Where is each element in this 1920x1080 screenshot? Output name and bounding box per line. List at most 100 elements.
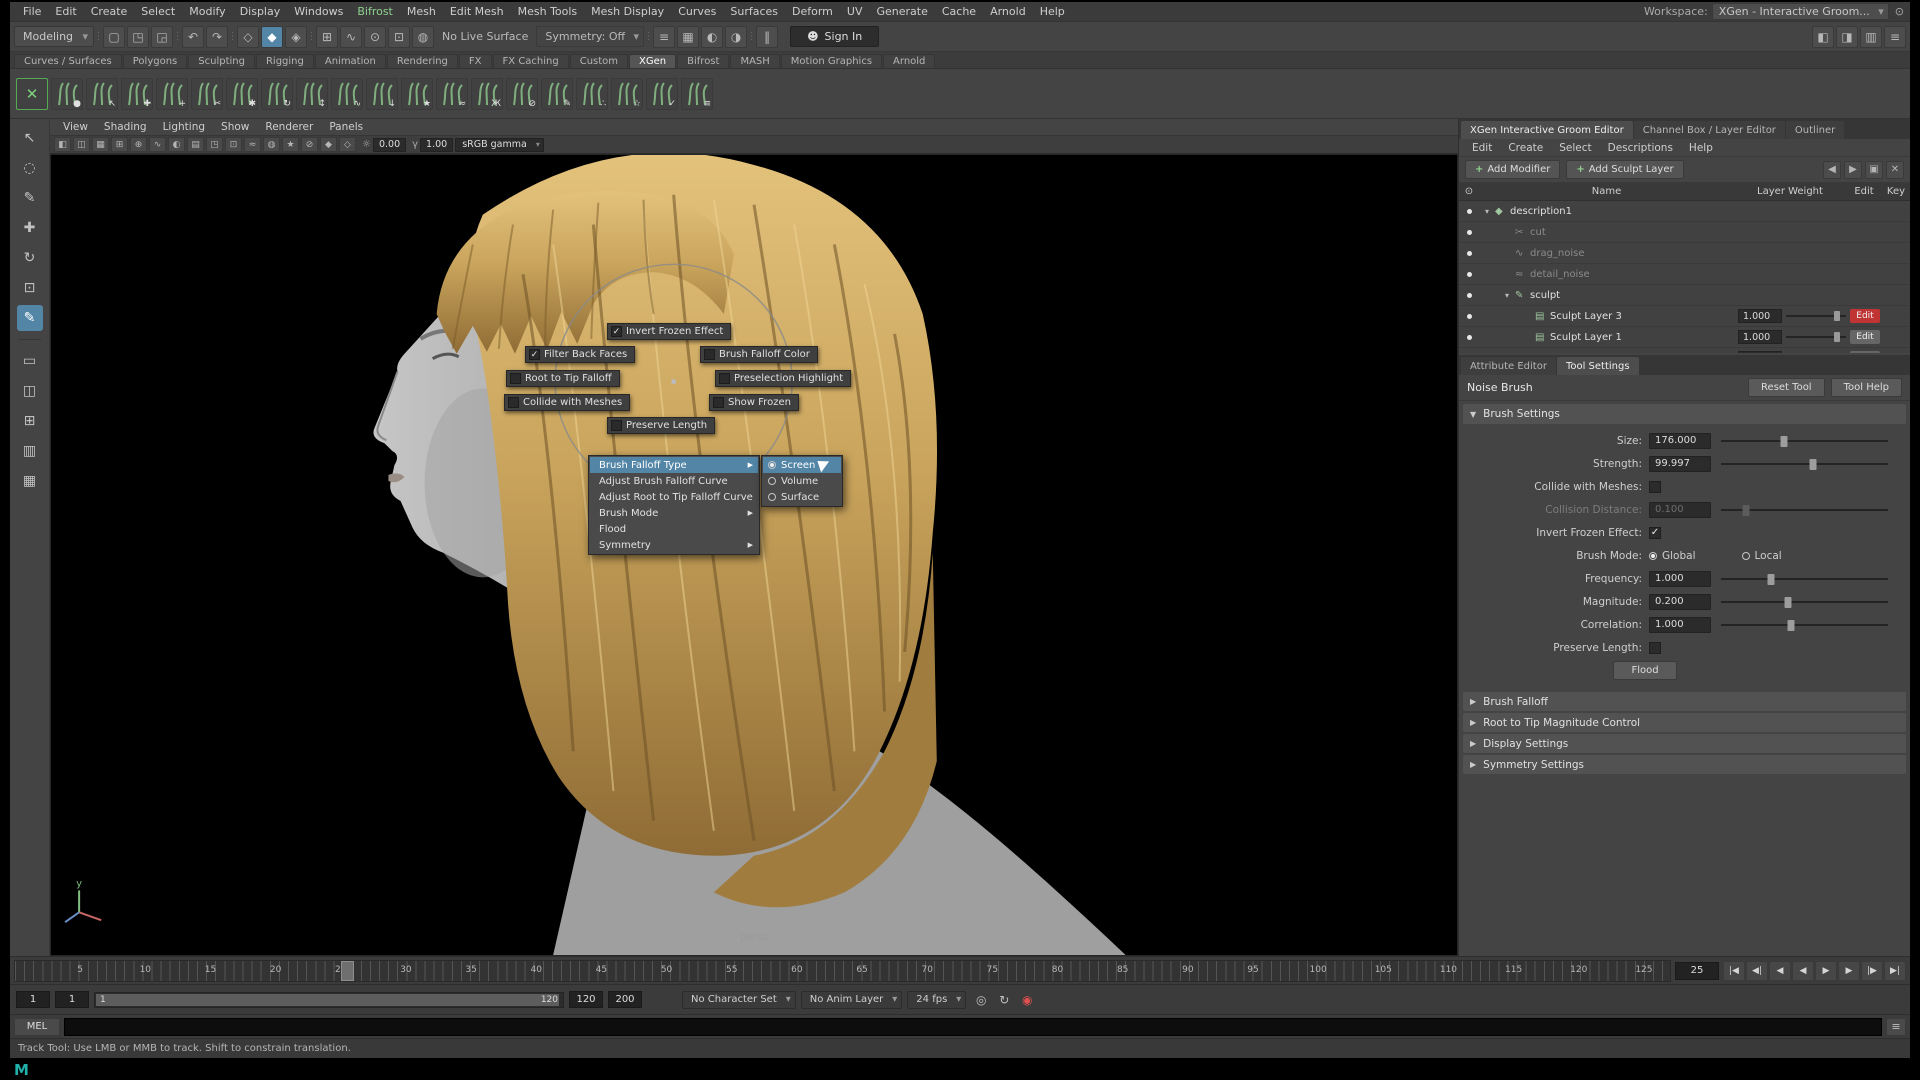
lasso-tool[interactable]: ◌ — [17, 155, 43, 181]
step-forward-key-button[interactable]: |▶ — [1861, 961, 1883, 981]
reset-tool-button[interactable]: Reset Tool — [1748, 378, 1825, 397]
sculpt-layer-icon[interactable]: ✎ — [541, 78, 573, 110]
preview-refresh-icon[interactable]: ● — [51, 78, 83, 110]
shadows-icon[interactable]: ◇ — [339, 137, 356, 152]
menu-item[interactable]: Generate — [869, 3, 934, 20]
shelf-tab[interactable]: FX — [459, 54, 492, 68]
marking-menu-toggle[interactable]: Invert Frozen Effect — [607, 323, 731, 340]
flood-button[interactable]: Flood — [1613, 661, 1677, 680]
current-frame-field[interactable]: 25 — [1675, 962, 1719, 980]
snap-to-point-icon[interactable]: ⊙ — [364, 26, 386, 48]
submenu-item[interactable]: Surface — [763, 489, 841, 505]
checkbox-icon[interactable] — [611, 326, 622, 337]
smooth-brush-icon[interactable]: ≈ — [436, 78, 468, 110]
strength-slider[interactable] — [1721, 463, 1888, 465]
layer-edit-button[interactable]: Edit — [1850, 309, 1880, 323]
select-camera-icon[interactable]: ◧ — [54, 137, 71, 152]
current-time-marker[interactable] — [341, 961, 354, 981]
groom-layer-row[interactable]: ▾ ≈ detail_noise — [1459, 264, 1910, 285]
menu-item[interactable]: Deform — [785, 3, 840, 20]
menu-item[interactable]: UV — [840, 3, 870, 20]
context-menu-item[interactable]: Adjust Brush Falloff Curve ▶ — [590, 473, 758, 489]
menu-item[interactable]: Curves — [671, 3, 723, 20]
checkbox-icon[interactable] — [529, 349, 540, 360]
groom-layer-row[interactable]: ▾ ▤ Sculpt Layer 1 1.000 Edit — [1459, 327, 1910, 348]
toggle-channel-box-icon[interactable]: ▥ — [1860, 26, 1882, 48]
groom-layer-row[interactable]: ▾ ✂ cut — [1459, 222, 1910, 243]
menu-item[interactable]: Surfaces — [723, 3, 785, 20]
clump-brush-icon[interactable]: Ж — [471, 78, 503, 110]
xgen-ui-icon[interactable]: ✕ — [16, 78, 48, 110]
marking-menu-toggle[interactable]: Root to Tip Falloff — [506, 370, 620, 387]
menu-item[interactable]: Mesh Display — [584, 3, 671, 20]
script-editor-icon[interactable]: ≡ — [1886, 1018, 1906, 1036]
groom-editor-menu-item[interactable]: Help — [1682, 142, 1720, 154]
place-brush-icon[interactable]: ✱ — [226, 78, 258, 110]
curl-brush-icon[interactable]: ☆ — [611, 78, 643, 110]
add-sculpt-layer-button[interactable]: +Add Sculpt Layer — [1566, 160, 1683, 179]
add-modifier-button[interactable]: +Add Modifier — [1465, 160, 1560, 179]
marking-menu-toggle[interactable]: Show Frozen — [709, 394, 799, 411]
shelf-tab[interactable]: FX Caching — [493, 54, 569, 68]
menu-item[interactable]: Arnold — [983, 3, 1033, 20]
select-component-icon[interactable]: ◈ — [285, 26, 307, 48]
groom-layer-row[interactable]: ▾ ◆ description1 — [1459, 201, 1910, 222]
panel-menu-item[interactable]: Lighting — [156, 121, 212, 133]
apply-groom-icon[interactable]: ✓ — [646, 78, 678, 110]
marking-menu-toggle[interactable]: Collide with Meshes — [504, 394, 630, 411]
panel-tab[interactable]: Channel Box / Layer Editor — [1634, 121, 1785, 139]
safe-action-icon[interactable]: ≈ — [244, 137, 261, 152]
pause-icon[interactable]: ‖ — [756, 26, 778, 48]
render-icon[interactable]: ▦ — [677, 26, 699, 48]
shelf-tab[interactable]: Rendering — [387, 54, 458, 68]
groom-select-icon[interactable]: ✚ — [121, 78, 153, 110]
sign-in-button[interactable]: ☻Sign In — [790, 26, 879, 47]
symmetry-dropdown[interactable]: Symmetry: Off — [536, 26, 644, 47]
groom-layer-row[interactable]: ▾ ▤ Sculpt Layer 2 1.000 Edit — [1459, 348, 1910, 353]
noise-brush-current-tool[interactable]: ✎ — [17, 305, 43, 331]
visibility-toggle[interactable] — [1459, 335, 1479, 340]
comb-brush-icon[interactable]: ↻ — [261, 78, 293, 110]
submenu-item[interactable]: Volume — [763, 473, 841, 489]
shelf-tab[interactable]: Polygons — [123, 54, 188, 68]
delete-layer-icon[interactable]: ✕ — [1886, 161, 1904, 179]
checkbox-icon[interactable] — [508, 397, 519, 408]
menu-set-dropdown[interactable]: Modeling — [14, 26, 94, 47]
xray-icon[interactable]: ⊘ — [301, 137, 318, 152]
workspace-dropdown[interactable]: XGen - Interactive Groom... — [1712, 3, 1889, 20]
undo-icon[interactable]: ↶ — [182, 26, 204, 48]
construction-history-icon[interactable]: ≡ — [653, 26, 675, 48]
panel-tab[interactable]: Attribute Editor — [1461, 357, 1556, 375]
visibility-toggle[interactable] — [1459, 272, 1479, 277]
context-menu-item[interactable]: Adjust Root to Tip Falloff Curve ▶ — [590, 489, 758, 505]
invert-frozen-effect-checkbox[interactable] — [1649, 527, 1661, 539]
correlation-field[interactable]: 1.000 — [1649, 617, 1711, 633]
lighting-icon[interactable]: ◆ — [320, 137, 337, 152]
menu-item[interactable]: Mesh — [400, 3, 443, 20]
move-layer-down-icon[interactable]: ▶ — [1844, 161, 1862, 179]
panel-menu-item[interactable]: Panels — [322, 121, 370, 133]
resolution-gate-icon[interactable]: ◳ — [206, 137, 223, 152]
step-back-key-button[interactable]: ◀| — [1746, 961, 1768, 981]
frequency-field[interactable]: 1.000 — [1649, 571, 1711, 587]
command-line-input[interactable] — [64, 1018, 1882, 1036]
menu-item[interactable]: Edit — [48, 3, 83, 20]
layout-four-panes[interactable]: ⊞ — [17, 408, 43, 434]
magnitude-slider[interactable] — [1721, 601, 1888, 603]
size-slider[interactable] — [1721, 440, 1888, 442]
play-backwards-button[interactable]: ◀ — [1792, 961, 1814, 981]
ipr-render-icon[interactable]: ◐ — [701, 26, 723, 48]
marking-menu-toggle[interactable]: Filter Back Faces — [525, 346, 635, 363]
oversampling-icon[interactable]: ◐ — [168, 137, 185, 152]
density-brush-icon[interactable]: + — [156, 78, 188, 110]
visibility-toggle[interactable] — [1459, 209, 1479, 214]
marking-menu-toggle[interactable]: Brush Falloff Color — [700, 346, 818, 363]
layer-edit-button[interactable]: Edit — [1850, 351, 1880, 353]
collapsed-section-header[interactable]: ▶ Symmetry Settings — [1463, 755, 1906, 774]
marking-menu-toggle[interactable]: Preselection Highlight — [715, 370, 851, 387]
noise-brush-icon[interactable]: ∿ — [331, 78, 363, 110]
shelf-tab[interactable]: Motion Graphics — [781, 54, 882, 68]
checkbox-icon[interactable] — [704, 349, 715, 360]
snap-to-plane-icon[interactable]: ⊡ — [388, 26, 410, 48]
layout-custom[interactable]: ▦ — [17, 468, 43, 494]
